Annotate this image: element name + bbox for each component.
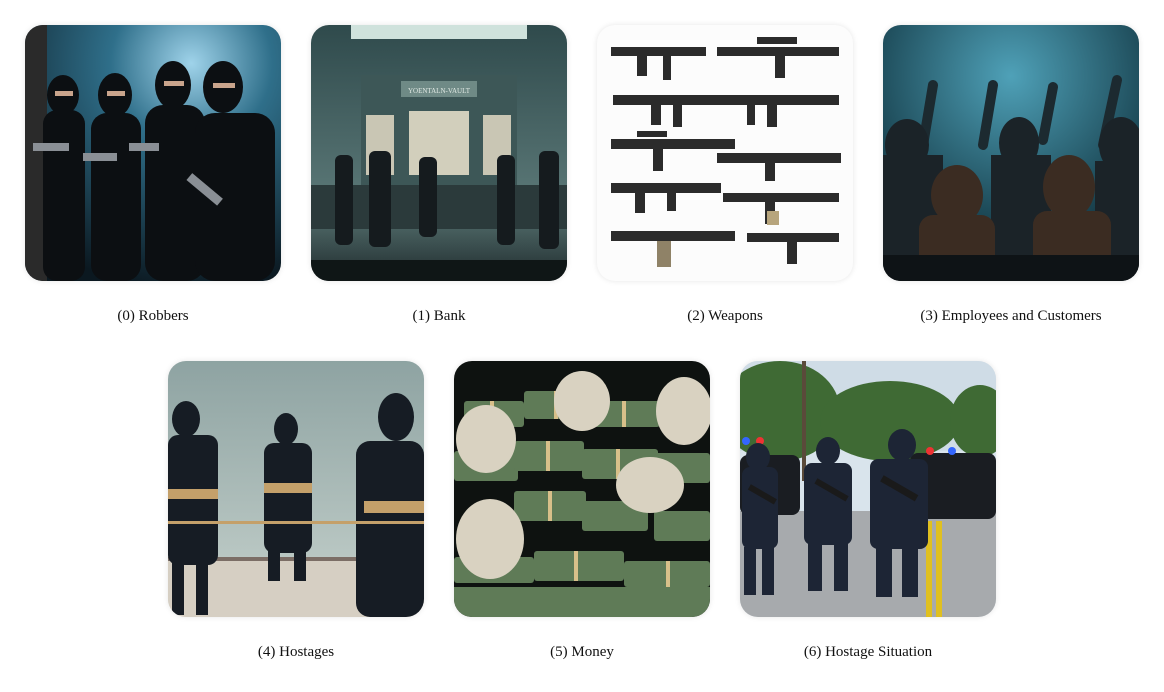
image-hostage-situation bbox=[740, 361, 996, 617]
caption-employees-and-customers: (3) Employees and Customers bbox=[920, 308, 1102, 324]
image-employees-and-customers bbox=[883, 25, 1139, 281]
image-robbers bbox=[25, 25, 281, 281]
caption-bank: (1) Bank bbox=[412, 308, 466, 324]
caption-hostage-situation: (6) Hostage Situation bbox=[803, 644, 933, 660]
caption-hostages: (4) Hostages bbox=[257, 644, 335, 660]
image-money bbox=[454, 361, 710, 617]
caption-robbers: (0) Robbers bbox=[117, 308, 189, 324]
image-hostages bbox=[168, 361, 424, 617]
caption-weapons: (2) Weapons bbox=[687, 308, 763, 324]
vault-sign: YOENTALN-VAULT bbox=[408, 87, 471, 95]
image-weapons bbox=[597, 25, 853, 281]
image-bank: YOENTALN-VAULT bbox=[311, 25, 567, 281]
caption-money: (5) Money bbox=[550, 644, 614, 660]
